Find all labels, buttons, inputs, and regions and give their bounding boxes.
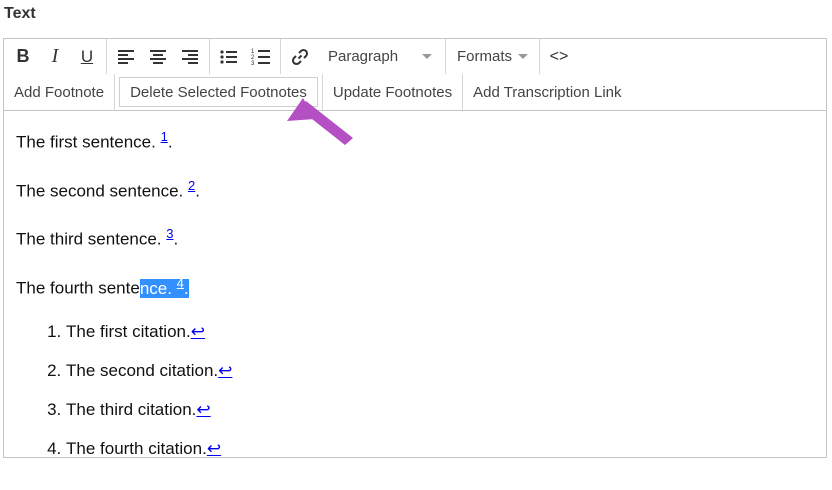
bold-button[interactable]: B <box>7 43 39 71</box>
format-group: B I U <box>4 39 107 74</box>
italic-button[interactable]: I <box>39 43 71 71</box>
chevron-down-icon <box>422 54 432 59</box>
list-group: 123 <box>210 39 281 74</box>
editor-content[interactable]: The first sentence. 1. The second senten… <box>4 111 826 490</box>
footnote-item: The fourth citation.↩ <box>66 437 814 460</box>
code-group: <> <box>540 39 578 74</box>
bullet-list-button[interactable] <box>213 43 245 71</box>
align-left-button[interactable] <box>110 43 142 71</box>
rich-text-editor: B I U 123 Paragraph Formats <> Add Footn… <box>3 38 827 458</box>
formats-group: Formats <box>446 39 541 74</box>
citation-text: The fourth citation. <box>66 438 207 458</box>
backref-link[interactable]: ↩ <box>207 439 221 458</box>
align-center-button[interactable] <box>142 43 174 71</box>
svg-text:3: 3 <box>251 61 255 66</box>
footnote-item: The first citation.↩ <box>66 320 814 343</box>
sentence-text: The third sentence. <box>16 229 167 249</box>
footnote-ref: 4 <box>177 275 184 290</box>
pointer-arrow-icon <box>287 98 353 145</box>
paragraph: The first sentence. 1. <box>16 125 814 154</box>
footnote-item: The third citation.↩ <box>66 398 814 421</box>
text-selection: nce. 4. <box>139 275 189 298</box>
link-icon <box>291 48 309 65</box>
field-label: Text <box>4 5 36 22</box>
selected-text: nce. <box>139 278 177 298</box>
chevron-down-icon <box>518 54 529 59</box>
link-button[interactable] <box>284 43 316 71</box>
sentence-text: The first sentence. <box>16 132 161 152</box>
toolbar-row-1: B I U 123 Paragraph Formats <> <box>4 39 826 74</box>
formats-dropdown[interactable]: Formats <box>449 43 536 71</box>
footnote-ref-link[interactable]: 3 <box>166 226 173 241</box>
bullet-list-icon <box>220 49 237 64</box>
underline-button[interactable]: U <box>71 43 103 71</box>
sentence-tail: . <box>183 278 189 298</box>
align-center-icon <box>150 49 166 64</box>
align-right-button[interactable] <box>174 43 206 71</box>
sentence-text: The fourth sente <box>16 278 140 298</box>
align-right-icon <box>182 49 198 64</box>
paragraph: The second sentence. 2. <box>16 174 814 203</box>
align-left-icon <box>118 49 134 64</box>
footnote-item: The second citation.↩ <box>66 359 814 382</box>
numbered-list-button[interactable]: 123 <box>245 43 277 71</box>
formats-dropdown-label: Formats <box>457 48 513 65</box>
backref-link[interactable]: ↩ <box>196 400 210 419</box>
citation-text: The first citation. <box>66 321 191 341</box>
footnotes-list: The first citation.↩ The second citation… <box>16 320 814 460</box>
citation-text: The third citation. <box>66 399 197 419</box>
add-footnote-button[interactable]: Add Footnote <box>4 74 116 110</box>
add-transcription-link-button[interactable]: Add Transcription Link <box>463 74 631 110</box>
align-group <box>107 39 210 74</box>
sentence-tail: . <box>173 229 179 249</box>
numbered-list-icon: 123 <box>251 49 270 66</box>
footnote-ref-link[interactable]: 4 <box>177 275 184 290</box>
footnote-ref: 1 <box>161 129 168 144</box>
link-group: Paragraph <box>281 39 446 74</box>
citation-text: The second citation. <box>66 360 219 380</box>
sentence-tail: . <box>195 181 200 201</box>
paragraph-dropdown[interactable]: Paragraph <box>316 43 442 71</box>
toolbar-row-2: Add Footnote Delete Selected Footnotes U… <box>4 74 826 110</box>
footnote-ref-link[interactable]: 1 <box>161 129 168 144</box>
source-code-button[interactable]: <> <box>543 43 575 71</box>
backref-link[interactable]: ↩ <box>218 361 232 380</box>
paragraph: The fourth sentence. 4. <box>16 271 814 300</box>
editor-toolbar: B I U 123 Paragraph Formats <> Add Footn… <box>4 39 826 111</box>
paragraph-dropdown-label: Paragraph <box>328 48 399 65</box>
footnote-ref: 3 <box>166 226 173 241</box>
sentence-tail: . <box>167 132 173 152</box>
sentence-text: The second sentence. <box>16 181 189 201</box>
backref-link[interactable]: ↩ <box>191 322 205 341</box>
paragraph: The third sentence. 3. <box>16 222 814 251</box>
